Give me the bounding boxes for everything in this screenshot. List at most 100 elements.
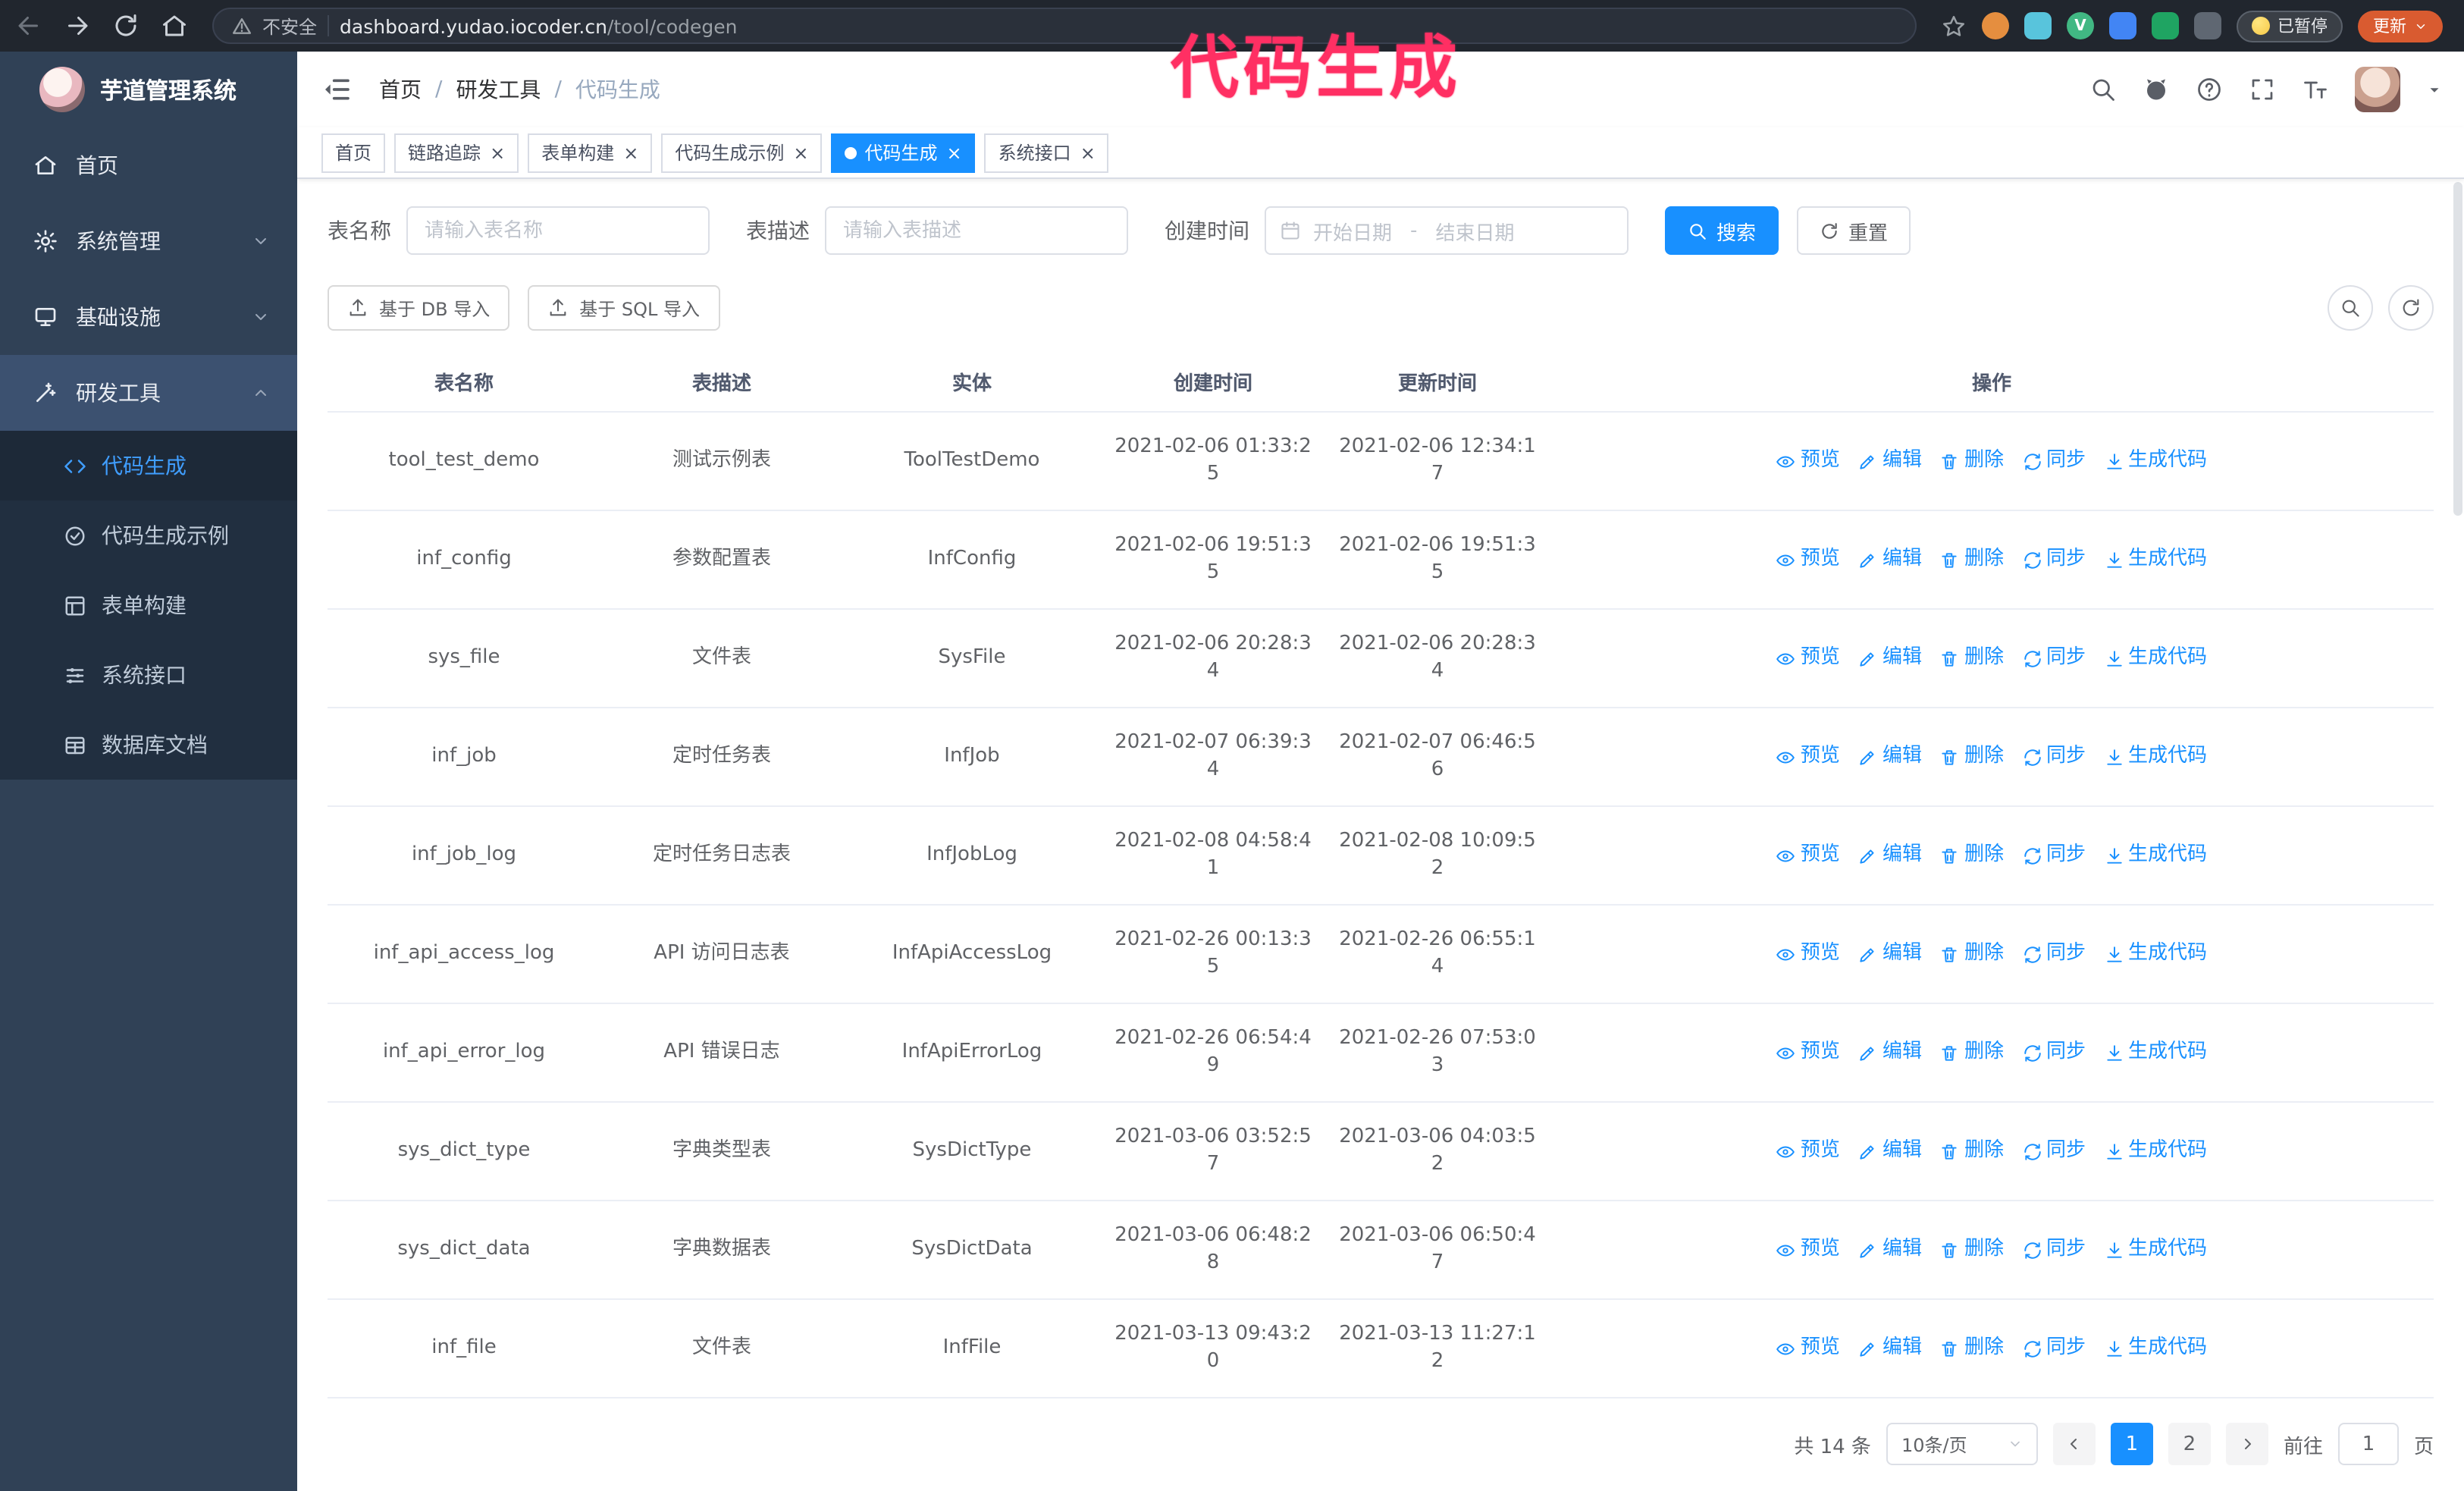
preview-link[interactable]: 预览 (1776, 1335, 1840, 1362)
breadcrumb-home[interactable]: 首页 (379, 74, 422, 105)
address-bar[interactable]: 不安全 dashboard.yudao.iocoder.cn/tool/code… (212, 8, 1917, 44)
extension-icon-6[interactable] (2194, 12, 2221, 39)
sidebar-fold-icon[interactable] (321, 74, 352, 105)
browser-update-button[interactable]: 更新 (2358, 10, 2443, 42)
date-range-picker[interactable]: 开始日期 - 结束日期 (1265, 206, 1629, 255)
page-size-select[interactable]: 10条/页 (1886, 1423, 2038, 1465)
close-icon[interactable]: × (623, 143, 638, 162)
sync-link[interactable]: 同步 (2022, 743, 2086, 771)
page-button-1[interactable]: 1 (2110, 1423, 2153, 1465)
sync-link[interactable]: 同步 (2022, 1236, 2086, 1263)
edit-link[interactable]: 编辑 (1858, 1335, 1922, 1362)
page-button-2[interactable]: 2 (2168, 1423, 2211, 1465)
generate-code-link[interactable]: 生成代码 (2104, 1335, 2207, 1362)
search-icon[interactable] (2089, 76, 2117, 103)
sync-link[interactable]: 同步 (2022, 1039, 2086, 1066)
import-sql-button[interactable]: 基于 SQL 导入 (528, 285, 719, 331)
generate-code-link[interactable]: 生成代码 (2104, 447, 2207, 475)
sync-link[interactable]: 同步 (2022, 546, 2086, 573)
edit-link[interactable]: 编辑 (1858, 546, 1922, 573)
sidebar-item-home[interactable]: 首页 (0, 127, 297, 203)
caret-down-icon[interactable] (2426, 81, 2443, 98)
preview-link[interactable]: 预览 (1776, 1236, 1840, 1263)
sync-link[interactable]: 同步 (2022, 842, 2086, 869)
edit-link[interactable]: 编辑 (1858, 447, 1922, 475)
sidebar-item-codegen[interactable]: 代码生成 (0, 431, 297, 501)
edit-link[interactable]: 编辑 (1858, 1236, 1922, 1263)
next-page-button[interactable] (2225, 1423, 2268, 1465)
breadcrumb-dev-tools[interactable]: 研发工具 (456, 74, 541, 105)
sidebar-item-dev-tools[interactable]: 研发工具 (0, 355, 297, 431)
extension-icon-2[interactable] (2024, 12, 2052, 39)
delete-link[interactable]: 删除 (1940, 645, 2004, 672)
extension-icon-1[interactable] (1982, 12, 2009, 39)
prev-page-button[interactable] (2052, 1423, 2096, 1465)
extension-paused-badge[interactable]: 已暂停 (2237, 10, 2343, 42)
delete-link[interactable]: 删除 (1940, 940, 2004, 968)
delete-link[interactable]: 删除 (1940, 1039, 2004, 1066)
generate-code-link[interactable]: 生成代码 (2104, 645, 2207, 672)
table-name-input[interactable] (406, 206, 710, 255)
sidebar-item-system[interactable]: 系统管理 (0, 203, 297, 279)
edit-link[interactable]: 编辑 (1858, 645, 1922, 672)
sync-link[interactable]: 同步 (2022, 1138, 2086, 1165)
route-tab[interactable]: 代码生成 × (831, 133, 976, 172)
sidebar-item-infrastructure[interactable]: 基础设施 (0, 279, 297, 355)
toggle-search-button[interactable] (2328, 285, 2373, 331)
close-icon[interactable]: × (947, 143, 962, 162)
preview-link[interactable]: 预览 (1776, 546, 1840, 573)
delete-link[interactable]: 删除 (1940, 1138, 2004, 1165)
delete-link[interactable]: 删除 (1940, 743, 2004, 771)
sidebar-item-system-api[interactable]: 系统接口 (0, 640, 297, 710)
edit-link[interactable]: 编辑 (1858, 940, 1922, 968)
edit-link[interactable]: 编辑 (1858, 1138, 1922, 1165)
route-tab[interactable]: 表单构建 × (528, 133, 653, 172)
generate-code-link[interactable]: 生成代码 (2104, 546, 2207, 573)
search-button[interactable]: 搜索 (1665, 206, 1779, 255)
preview-link[interactable]: 预览 (1776, 940, 1840, 968)
extension-icon-4[interactable] (2109, 12, 2136, 39)
user-avatar[interactable] (2355, 67, 2400, 112)
delete-link[interactable]: 删除 (1940, 1236, 2004, 1263)
edit-link[interactable]: 编辑 (1858, 1039, 1922, 1066)
generate-code-link[interactable]: 生成代码 (2104, 940, 2207, 968)
scrollbar-thumb[interactable] (2453, 182, 2462, 516)
generate-code-link[interactable]: 生成代码 (2104, 1039, 2207, 1066)
sync-link[interactable]: 同步 (2022, 447, 2086, 475)
sync-link[interactable]: 同步 (2022, 940, 2086, 968)
preview-link[interactable]: 预览 (1776, 1138, 1840, 1165)
route-tab[interactable]: 首页 (321, 133, 386, 172)
fullscreen-icon[interactable] (2249, 76, 2276, 103)
preview-link[interactable]: 预览 (1776, 743, 1840, 771)
preview-link[interactable]: 预览 (1776, 842, 1840, 869)
route-tab[interactable]: 代码生成示例 × (661, 133, 823, 172)
refresh-table-button[interactable] (2388, 285, 2434, 331)
close-icon[interactable]: × (490, 143, 505, 162)
sidebar-item-form-builder[interactable]: 表单构建 (0, 570, 297, 640)
sidebar-item-db-doc[interactable]: 数据库文档 (0, 710, 297, 780)
close-icon[interactable]: × (793, 143, 808, 162)
sidebar-item-codegen-example[interactable]: 代码生成示例 (0, 501, 297, 570)
import-db-button[interactable]: 基于 DB 导入 (328, 285, 510, 331)
app-logo[interactable]: 芋道管理系统 (0, 52, 297, 127)
github-icon[interactable] (2143, 76, 2170, 103)
generate-code-link[interactable]: 生成代码 (2104, 743, 2207, 771)
font-size-icon[interactable] (2302, 76, 2329, 103)
back-icon[interactable] (15, 12, 42, 39)
table-desc-input[interactable] (825, 206, 1128, 255)
preview-link[interactable]: 预览 (1776, 1039, 1840, 1066)
delete-link[interactable]: 删除 (1940, 1335, 2004, 1362)
goto-page-input[interactable] (2337, 1423, 2399, 1465)
delete-link[interactable]: 删除 (1940, 842, 2004, 869)
generate-code-link[interactable]: 生成代码 (2104, 1236, 2207, 1263)
edit-link[interactable]: 编辑 (1858, 842, 1922, 869)
bookmark-star-icon[interactable] (1941, 13, 1967, 39)
route-tab[interactable]: 系统接口 × (984, 133, 1109, 172)
forward-icon[interactable] (64, 12, 91, 39)
extension-icon-5[interactable] (2152, 12, 2179, 39)
reset-button[interactable]: 重置 (1797, 206, 1911, 255)
route-tab[interactable]: 链路追踪 × (394, 133, 519, 172)
help-icon[interactable] (2196, 76, 2223, 103)
preview-link[interactable]: 预览 (1776, 447, 1840, 475)
sync-link[interactable]: 同步 (2022, 645, 2086, 672)
